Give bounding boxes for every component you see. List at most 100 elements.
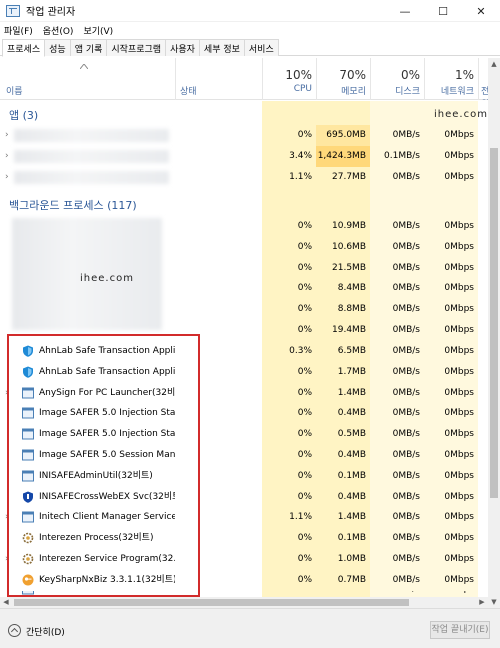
expand-chevron-icon[interactable]: › (5, 146, 13, 167)
table-row[interactable]: 0% 21.5MB 0MB/s 0Mbps (0, 258, 488, 279)
network-cell: 0Mbps (444, 150, 474, 161)
cpu-total: 10% (285, 68, 312, 82)
disk-cell: 0MB/s (392, 574, 420, 585)
memory-cell: 0.7MB (337, 574, 366, 585)
cpu-cell: 0% (297, 221, 312, 231)
menu-view[interactable]: 보기(V) (83, 24, 113, 37)
tab-bar: 프로세스 성능 앱 기록 시작프로그램 사용자 세부 정보 서비스 (0, 39, 500, 57)
scroll-down-icon[interactable]: ▼ (488, 596, 500, 608)
column-disk[interactable]: 0% 디스크 (370, 58, 424, 100)
network-cell: 0Mbps (444, 366, 474, 377)
disk-cell: 0MB/s (392, 241, 420, 252)
table-row[interactable]: 0% 10.9MB 0MB/s 0Mbps (0, 216, 488, 237)
memory-cell: 0.4MB (337, 491, 366, 502)
network-cell: 0Mbps (444, 304, 474, 315)
disk-cell: 0MB/s (392, 346, 420, 356)
network-cell: 0Mbps (444, 429, 474, 440)
cpu-cell: 0% (297, 470, 312, 481)
scroll-left-icon[interactable]: ◀ (0, 597, 12, 608)
expand-chevron-icon[interactable]: › (5, 167, 13, 188)
tab-processes[interactable]: 프로세스 (2, 39, 46, 57)
network-cell: 0Mbps (444, 241, 474, 252)
background-section-header[interactable]: 백그라운드 프로세스 (117) (0, 193, 488, 215)
column-network-label: 네트워크 (440, 87, 474, 97)
disk-cell: 0MB/s (392, 554, 420, 564)
memory-cell: 10.6MB (332, 241, 366, 252)
network-cell: 0Mbps (444, 130, 474, 140)
memory-cell: 8.4MB (337, 283, 366, 294)
cpu-cell: 0% (297, 387, 312, 398)
highlight-box (7, 334, 200, 597)
memory-cell: 0.5MB (337, 429, 366, 440)
column-network[interactable]: 1% 네트워크 (424, 58, 478, 100)
tab-performance[interactable]: 성능 (44, 39, 71, 56)
column-status[interactable]: 상태 (175, 58, 262, 100)
memory-cell: 19.4MB (332, 325, 366, 335)
blurred-process-name (14, 129, 169, 142)
disk-cell: 0MB/s (392, 533, 420, 544)
column-power[interactable]: 전원 (478, 58, 488, 100)
memory-cell: 27.7MB (332, 171, 366, 182)
cpu-cell: 0% (297, 130, 312, 140)
expand-chevron-icon[interactable]: › (5, 125, 13, 146)
app-row[interactable]: › 0% 695.0MB 0MB/s 0Mbps (0, 125, 488, 146)
cpu-cell: 0% (297, 408, 312, 419)
disk-cell: 0MB/s (392, 262, 420, 273)
disk-total: 0% (400, 68, 420, 82)
minimize-button[interactable]: — (386, 0, 424, 22)
app-row[interactable]: › 3.4% 1,424.3MB 0.1MB/s 0Mbps (0, 145, 488, 167)
blurred-process-name (14, 170, 169, 184)
menu-options[interactable]: 옵션(O) (43, 24, 74, 37)
cpu-cell: 0% (297, 450, 312, 460)
vertical-scroll-thumb[interactable] (490, 148, 498, 498)
close-button[interactable]: ✕ (462, 0, 500, 22)
table-row[interactable]: 0% 8.8MB 0MB/s 0Mbps (0, 299, 488, 320)
disk-cell: 0MB/s (392, 512, 420, 523)
cpu-cell: 0% (297, 574, 312, 585)
tab-startup[interactable]: 시작프로그램 (106, 39, 167, 56)
cpu-cell: 0.3% (289, 346, 312, 356)
disk-cell: 0MB/s (392, 171, 420, 182)
apps-section-title: 앱 (3) (9, 109, 39, 122)
apps-section-header[interactable]: 앱 (3) (0, 103, 488, 125)
memory-total: 70% (339, 68, 366, 82)
memory-cell: 1.7MB (337, 366, 366, 377)
watermark: ihee.com (434, 109, 488, 120)
scroll-up-icon[interactable]: ▲ (488, 58, 500, 70)
network-cell: 0Mbps (444, 408, 474, 419)
scroll-right-icon[interactable]: ▶ (476, 597, 488, 608)
disk-cell: 0MB/s (392, 130, 420, 140)
fewer-details-link[interactable]: 간단히(D) (26, 625, 65, 638)
column-header: 이름 상태 10% CPU 70% 메모리 0% 디스크 1% 네트워크 전원 (0, 58, 488, 100)
app-row[interactable]: › 1.1% 27.7MB 0MB/s 0Mbps (0, 167, 488, 188)
menu-file[interactable]: 파일(F) (4, 24, 33, 37)
horizontal-scroll-thumb[interactable] (14, 599, 409, 606)
tab-app-history[interactable]: 앱 기록 (69, 39, 108, 56)
network-cell: 0Mbps (444, 533, 474, 544)
network-cell: 0Mbps (444, 491, 474, 502)
end-task-button[interactable]: 작업 끝내기(E) (430, 621, 490, 639)
column-name[interactable]: 이름 (0, 58, 175, 100)
column-power-label: 전원 (481, 84, 488, 100)
collapse-chevron-icon[interactable] (8, 624, 21, 637)
column-cpu[interactable]: 10% CPU (262, 58, 316, 100)
memory-cell: 695.0MB (316, 125, 370, 146)
horizontal-scrollbar[interactable]: ◀ ▶ (0, 597, 488, 608)
cpu-cell: 1.1% (289, 512, 312, 523)
tab-services[interactable]: 서비스 (243, 39, 279, 56)
tab-users[interactable]: 사용자 (165, 39, 200, 56)
table-row[interactable]: 0% 8.4MB 0MB/s 0Mbps (0, 278, 488, 299)
network-cell: 0Mbps (444, 262, 474, 273)
maximize-button[interactable]: ☐ (424, 0, 462, 22)
memory-cell: 1.0MB (337, 554, 366, 564)
column-memory[interactable]: 70% 메모리 (316, 58, 370, 100)
column-cpu-label: CPU (293, 84, 312, 94)
disk-cell: 0MB/s (392, 408, 420, 419)
window-title: 작업 관리자 (26, 7, 76, 18)
tab-details[interactable]: 세부 정보 (198, 39, 245, 56)
table-row[interactable]: 0% 10.6MB 0MB/s 0Mbps (0, 237, 488, 258)
disk-cell: 0MB/s (392, 325, 420, 335)
disk-cell: 0MB/s (392, 470, 420, 481)
vertical-scrollbar[interactable]: ▲ ▼ (488, 58, 500, 608)
network-cell: 0Mbps (444, 470, 474, 481)
